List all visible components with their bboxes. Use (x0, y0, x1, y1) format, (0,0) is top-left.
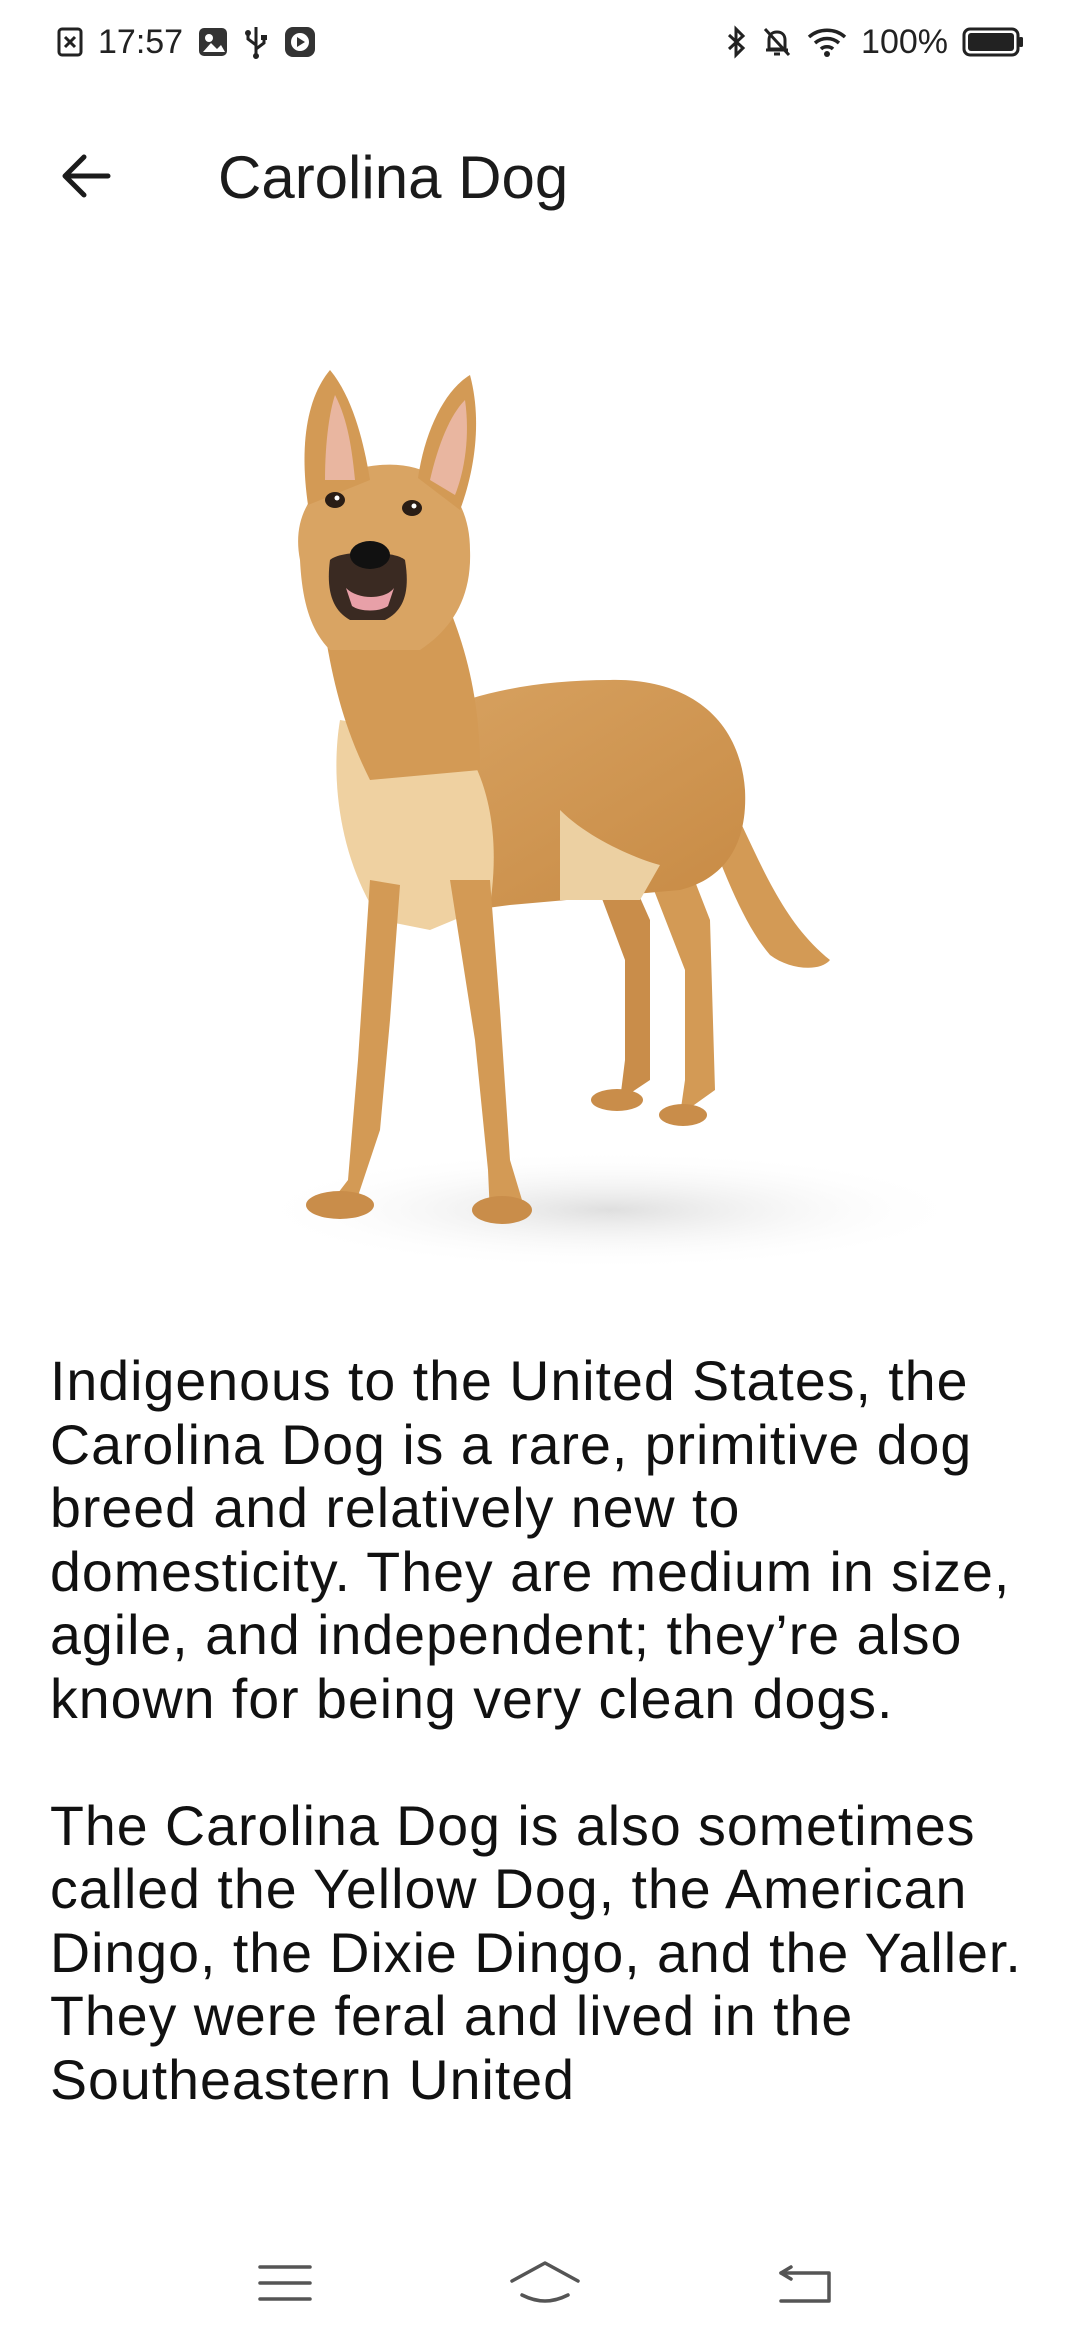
screenshot-notification-icon (56, 26, 84, 58)
status-bar: 17:57 100% (0, 0, 1080, 84)
page-title: Carolina Dog (218, 144, 569, 211)
status-time: 17:57 (98, 22, 184, 61)
media-icon (283, 25, 317, 59)
photo-app-icon (197, 26, 229, 58)
status-left: 17:57 (56, 23, 317, 62)
usb-icon (243, 25, 269, 59)
back-button[interactable] (44, 136, 128, 220)
status-right: 100% (725, 23, 1024, 62)
description-paragraph-2: The Carolina Dog is also sometimes calle… (50, 1794, 1022, 2111)
battery-icon (962, 26, 1024, 58)
home-icon (508, 2259, 582, 2312)
app-bar: Carolina Dog (0, 112, 1080, 232)
description-paragraph-1: Indigenous to the United States, the Car… (50, 1350, 1011, 1730)
description: Indigenous to the United States, the Car… (50, 1350, 1050, 2175)
menu-icon (258, 2263, 312, 2308)
wifi-icon (807, 26, 847, 58)
dog-image (180, 360, 970, 1300)
navigation-bar (0, 2230, 1080, 2340)
nav-back-button[interactable] (760, 2250, 850, 2320)
back-arrow-icon (58, 148, 114, 209)
silent-bell-icon (761, 25, 793, 59)
back-icon (775, 2261, 835, 2310)
menu-button[interactable] (240, 2250, 330, 2320)
battery-percent: 100% (861, 22, 948, 61)
home-button[interactable] (500, 2250, 590, 2320)
description-scroll-area[interactable]: Indigenous to the United States, the Car… (0, 1350, 1080, 2175)
bluetooth-icon (725, 25, 747, 59)
